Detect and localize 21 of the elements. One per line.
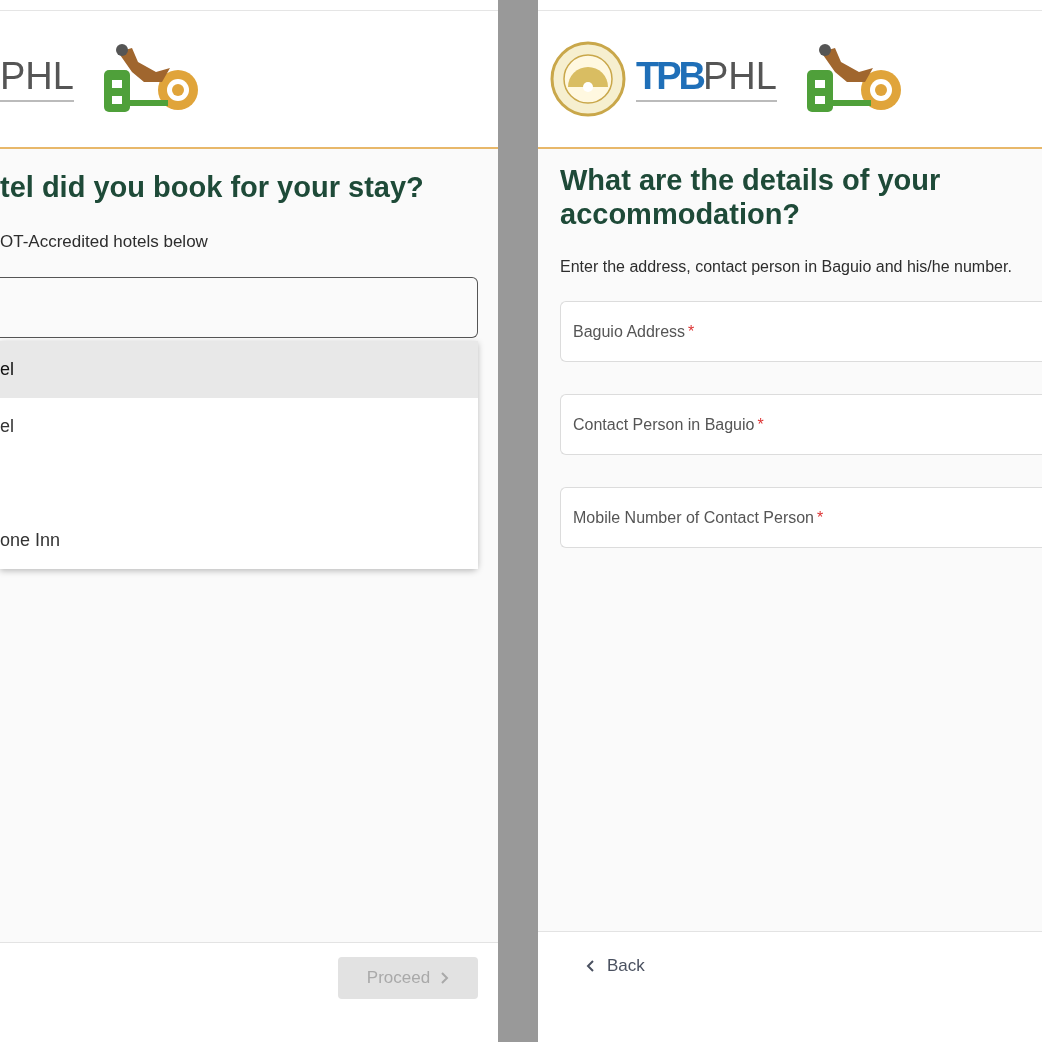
instruction-text: OT-Accredited hotels below <box>0 231 209 254</box>
dropdown-option[interactable]: one Inn <box>0 511 478 569</box>
instruction-text: Enter the address, contact person in Baguio and his/he number. <box>560 257 1013 277</box>
dropdown-option[interactable]: el <box>0 397 478 455</box>
question-title: What are the details of your accommodation? <box>560 163 942 231</box>
required-marker: * <box>817 507 824 528</box>
chevron-right-icon <box>440 971 450 985</box>
required-marker: * <box>757 414 764 435</box>
back-button[interactable]: Back <box>586 954 645 978</box>
input-field[interactable]: Contact Person in Baguio * <box>560 394 1042 455</box>
chevron-left-icon <box>586 959 595 973</box>
logo-text: PHL <box>0 56 74 95</box>
logo-text: PHL <box>703 56 777 95</box>
question-title: tel did you book for your stay? <box>0 170 425 205</box>
input-field[interactable]: Mobile Number of Contact Person * <box>560 487 1042 548</box>
seal-icon <box>550 41 626 117</box>
required-marker: * <box>688 321 695 342</box>
dropdown-option[interactable]: el <box>0 340 478 398</box>
input-field[interactable]: Baguio Address * <box>560 301 1042 362</box>
logo-text: TPB <box>636 56 703 95</box>
search-field[interactable] <box>0 276 478 338</box>
